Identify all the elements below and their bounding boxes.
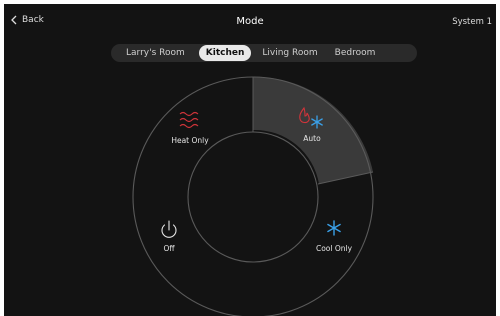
dial-inner-ring (187, 131, 319, 263)
mode-label-cool-only: Cool Only (316, 244, 353, 253)
power-icon (161, 220, 177, 238)
mode-dial: Heat Only Auto Cool Only Off (132, 76, 374, 316)
snowflake-icon (327, 220, 341, 236)
mode-label-heat-only: Heat Only (171, 136, 209, 145)
mode-label-auto: Auto (303, 134, 321, 143)
mode-label-off: Off (163, 244, 175, 253)
screen: Back Mode System 1 Larry's Room Kitchen … (4, 4, 496, 316)
